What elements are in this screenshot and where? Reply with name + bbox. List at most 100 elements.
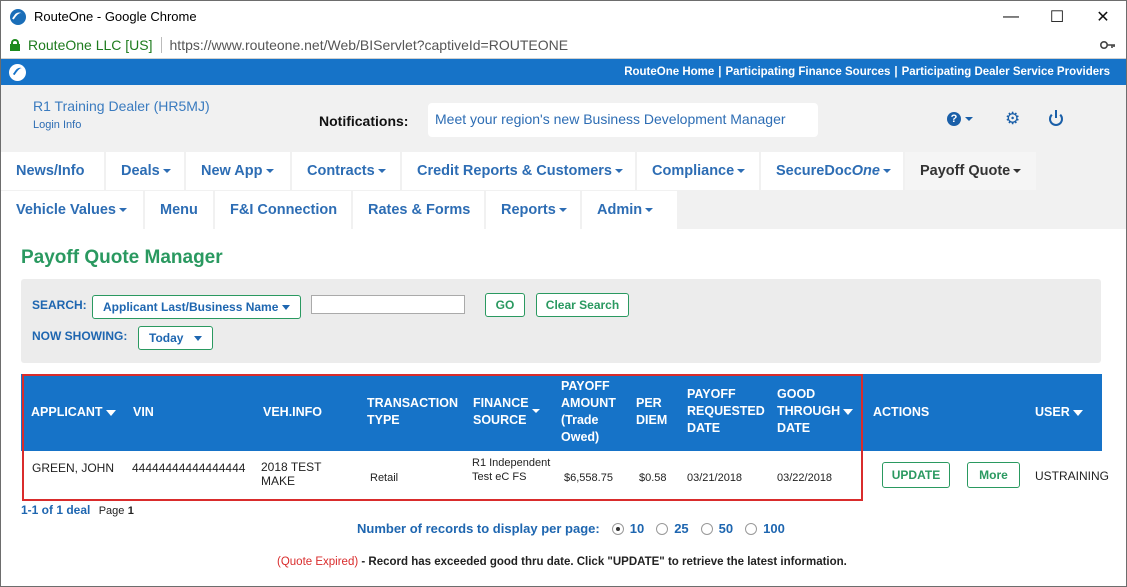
nav-compliance[interactable]: Compliance [637, 152, 759, 190]
radio-selected-icon[interactable] [611, 522, 624, 535]
col-label: USER [1035, 405, 1070, 419]
update-button[interactable]: UPDATE [882, 462, 950, 488]
option-label: 10 [629, 521, 645, 536]
nav-label: Compliance [652, 163, 735, 179]
sort-down-icon [1072, 409, 1083, 416]
annotation-highlight-box [22, 374, 863, 501]
routeone-logo-icon[interactable] [9, 63, 26, 81]
help-icon: ? [947, 112, 961, 126]
chevron-down-icon [162, 169, 171, 173]
lock-icon [10, 39, 20, 51]
records-option-25[interactable]: 25 [656, 521, 689, 536]
radio-icon[interactable] [700, 522, 713, 535]
records-option-100[interactable]: 100 [745, 521, 785, 536]
radio-icon[interactable] [745, 522, 758, 535]
expired-footnote: (Quote Expired) - Record has exceeded go… [277, 556, 847, 568]
results-summary-link[interactable]: 1-1 of 1 deal [21, 503, 90, 517]
chevron-down-icon [965, 117, 973, 121]
nav-label: New App [201, 163, 263, 179]
option-label: 25 [674, 521, 689, 536]
go-button[interactable]: GO [485, 293, 525, 317]
chevron-down-icon [645, 208, 654, 212]
notifications-label: Notifications: [319, 113, 409, 129]
nav-new-app[interactable]: New App [186, 152, 290, 190]
key-icon[interactable] [1099, 38, 1116, 53]
nav-securedocone[interactable]: SecureDoc One [761, 152, 903, 190]
nav-rates-forms[interactable]: Rates & Forms [353, 191, 484, 229]
power-icon[interactable] [1049, 110, 1063, 126]
window-title: RouteOne - Google Chrome [34, 9, 197, 24]
nav-admin[interactable]: Admin [582, 191, 677, 229]
nav-label: Admin [597, 202, 643, 218]
nav-reports[interactable]: Reports [486, 191, 580, 229]
chevron-down-icon [614, 169, 623, 173]
option-label: 50 [718, 521, 734, 536]
footnote-text: - Record has exceeded good thru date. Cl… [358, 556, 847, 568]
nav-label: Credit Reports & Customers [417, 163, 612, 179]
quote-expired-label: (Quote Expired) [277, 556, 359, 568]
nav-label: Payoff Quote [920, 163, 1011, 179]
clear-search-button[interactable]: Clear Search [536, 293, 629, 317]
help-menu[interactable]: ? [947, 112, 973, 126]
url-text[interactable]: https://www.routeone.net/Web/BIServlet?c… [170, 37, 569, 53]
nav-label: Deals [121, 163, 160, 179]
nav-fi-connection[interactable]: F&I Connection [215, 191, 351, 229]
nav-label: Vehicle Values [16, 202, 116, 218]
records-option-50[interactable]: 50 [700, 521, 734, 536]
cell-user: USTRAINING [1035, 469, 1110, 483]
more-button[interactable]: More [967, 462, 1020, 488]
login-info-link[interactable]: Login Info [33, 119, 81, 131]
records-per-page-label: Number of records to display per page: [357, 521, 600, 536]
nav-contracts[interactable]: Contracts [292, 152, 400, 190]
nav-news-info[interactable]: News/Info [1, 152, 104, 190]
top-link-separator: | [718, 66, 722, 78]
chevron-down-icon [737, 169, 746, 173]
maximize-button[interactable]: ☐ [1034, 1, 1080, 32]
gear-icon[interactable]: ⚙ [1005, 110, 1020, 127]
title-bar: RouteOne - Google Chrome — ☐ ✕ [1, 1, 1126, 32]
page-content: Payoff Quote Manager SEARCH: Applicant L… [1, 229, 1126, 586]
option-label: 100 [763, 521, 785, 536]
routeone-favicon-icon [10, 8, 26, 25]
link-routeone-home[interactable]: RouteOne Home [624, 66, 714, 78]
nav-payoff-quote[interactable]: Payoff Quote [905, 152, 1036, 190]
radio-icon[interactable] [656, 522, 669, 535]
col-user[interactable]: USER [1035, 404, 1083, 421]
top-link-separator: | [894, 66, 898, 78]
records-option-10[interactable]: 10 [611, 521, 645, 536]
now-showing-label: NOW SHOWING: [32, 329, 128, 343]
chevron-down-icon [194, 335, 202, 341]
close-button[interactable]: ✕ [1080, 1, 1126, 32]
nav-menu[interactable]: Menu [145, 191, 213, 229]
search-input[interactable] [311, 295, 465, 314]
records-per-page: Number of records to display per page: 1… [357, 521, 785, 536]
chevron-down-icon [265, 169, 274, 173]
nav-deals[interactable]: Deals [106, 152, 184, 190]
nav-label: Contracts [307, 163, 375, 179]
now-showing-select[interactable]: Today [138, 326, 213, 350]
nav-credit-reports-customers[interactable]: Credit Reports & Customers [402, 152, 635, 190]
address-bar[interactable]: RouteOne LLC [US] https://www.routeone.n… [1, 32, 1126, 59]
window-controls: — ☐ ✕ [988, 1, 1126, 32]
minimize-button[interactable]: — [988, 1, 1034, 32]
nav-label: Rates & Forms [368, 202, 471, 218]
nav-row-2: Vehicle Values Menu F&I Connection Rates… [1, 191, 677, 229]
nav-label: SecureDoc [776, 163, 852, 179]
search-by-select[interactable]: Applicant Last/Business Name [92, 295, 301, 319]
top-links: RouteOne Home | Participating Finance So… [624, 66, 1110, 78]
search-panel: SEARCH: Applicant Last/Business Name GO … [21, 279, 1101, 363]
site-top-strip: RouteOne Home | Participating Finance So… [1, 59, 1126, 85]
nav-vehicle-values[interactable]: Vehicle Values [1, 191, 143, 229]
nav-label-emphasis: One [851, 163, 880, 179]
chevron-down-icon [282, 304, 290, 310]
chevron-down-icon [118, 208, 127, 212]
nav-label: Reports [501, 202, 556, 218]
pager: 1-1 of 1 deal Page 1 [21, 503, 134, 517]
dealer-name[interactable]: R1 Training Dealer (HR5MJ) [33, 98, 210, 114]
notification-message[interactable]: Meet your region's new Business Developm… [428, 103, 818, 137]
link-participating-finance-sources[interactable]: Participating Finance Sources [726, 66, 891, 78]
page-title: Payoff Quote Manager [21, 247, 223, 268]
dealer-header: R1 Training Dealer (HR5MJ) Login Info No… [1, 85, 1126, 151]
secure-site-label: RouteOne LLC [US] [28, 37, 153, 53]
link-participating-dealer-service-providers[interactable]: Participating Dealer Service Providers [902, 66, 1110, 78]
